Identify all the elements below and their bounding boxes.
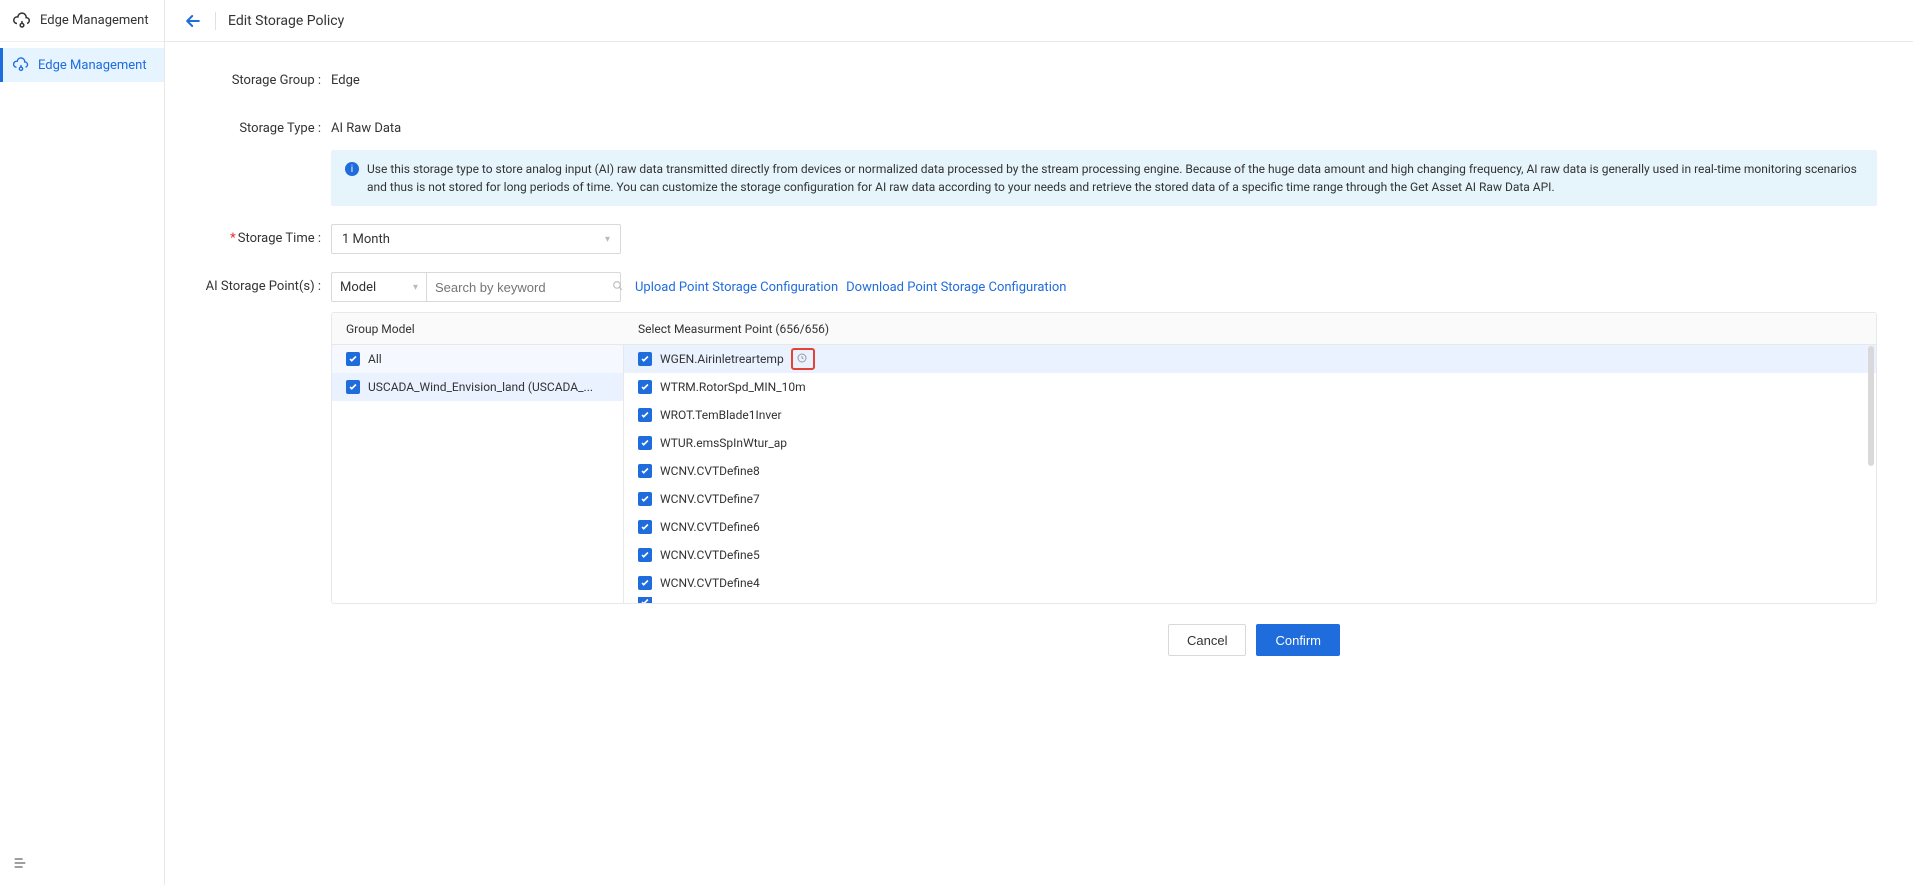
search-icon — [611, 279, 624, 296]
scrollbar-thumb[interactable] — [1868, 346, 1874, 466]
checkbox[interactable] — [346, 380, 360, 394]
upload-config-link[interactable]: Upload Point Storage Configuration — [635, 280, 838, 295]
label-storage-type: Storage Type : — [201, 114, 331, 144]
checkbox[interactable] — [638, 464, 652, 478]
measure-label: WTRM.RotorSpd_MIN_10m — [660, 380, 806, 394]
group-row-uscada[interactable]: USCADA_Wind_Envision_land (USCADA_... — [332, 373, 623, 401]
sidebar-menu: Edge Management — [0, 42, 164, 845]
search-input-wrap[interactable] — [427, 272, 621, 302]
measure-row[interactable]: WCNV.CVTDefine4 — [624, 569, 1876, 597]
group-label: USCADA_Wind_Envision_land (USCADA_... — [368, 380, 593, 394]
points-table: Group Model Select Measurment Point (656… — [331, 312, 1877, 604]
main: Edit Storage Policy Storage Group : Edge… — [165, 0, 1913, 885]
info-text: Use this storage type to store analog in… — [367, 160, 1863, 196]
label-storage-group: Storage Group : — [201, 66, 331, 96]
model-select-value: Model — [340, 280, 376, 295]
group-list: All USCADA_Wind_Envision_land (USCADA_..… — [332, 345, 624, 603]
group-header: Group Model — [332, 322, 624, 336]
topbar-divider — [215, 12, 216, 30]
checkbox[interactable] — [638, 436, 652, 450]
value-storage-type: AI Raw Data — [331, 114, 1877, 144]
cancel-button[interactable]: Cancel — [1168, 624, 1246, 656]
group-row-all[interactable]: All — [332, 345, 623, 373]
points-toolbar: Model ▾ Upload Point Storage Configurati… — [331, 272, 1877, 302]
checkbox[interactable] — [638, 576, 652, 590]
search-input[interactable] — [435, 280, 611, 295]
label-storage-time: *Storage Time : — [201, 224, 331, 254]
measure-label: WTUR.emsSpInWtur_ap — [660, 436, 787, 450]
checkbox[interactable] — [638, 548, 652, 562]
measure-row[interactable]: WTUR.emsSpInWtur_ap — [624, 429, 1876, 457]
measure-row[interactable]: WCNV.CVTDefine5 — [624, 541, 1876, 569]
checkbox[interactable] — [638, 597, 652, 603]
row-storage-time: *Storage Time : 1 Month ▾ — [201, 224, 1877, 254]
sidebar-title: Edge Management — [40, 13, 149, 28]
checkbox[interactable] — [638, 352, 652, 366]
model-select[interactable]: Model ▾ — [331, 272, 427, 302]
measure-row[interactable]: WCNV.CVTDefine6 — [624, 513, 1876, 541]
app-logo-icon — [12, 11, 32, 31]
checkbox[interactable] — [638, 492, 652, 506]
sidebar: Edge Management Edge Management — [0, 0, 165, 885]
measure-list[interactable]: WGEN.Airinletreartemp WTRM — [624, 345, 1876, 603]
content: Storage Group : Edge Storage Type : AI R… — [165, 42, 1913, 682]
measure-row[interactable]: WGEN.Airinletreartemp — [624, 345, 1876, 373]
measure-label: WCNV.CVTDefine8 — [660, 464, 760, 478]
checkbox[interactable] — [638, 520, 652, 534]
chevron-down-icon: ▾ — [605, 234, 610, 245]
measure-label: WCNV.CVTDefine5 — [660, 548, 760, 562]
storage-time-select[interactable]: 1 Month ▾ — [331, 224, 621, 254]
measure-label: WROT.TemBlade1Inver — [660, 408, 782, 422]
info-icon: i — [345, 162, 359, 176]
edge-management-icon — [12, 56, 30, 74]
group-label: All — [368, 352, 382, 366]
row-storage-group: Storage Group : Edge — [201, 66, 1877, 96]
measure-row-partial[interactable] — [624, 597, 1876, 603]
measure-label: WCNV.CVTDefine6 — [660, 520, 760, 534]
clock-icon — [796, 352, 810, 366]
chevron-down-icon: ▾ — [413, 282, 418, 293]
collapse-icon[interactable] — [12, 860, 28, 875]
sidebar-item-edge-management[interactable]: Edge Management — [0, 48, 164, 82]
measure-row[interactable]: WTRM.RotorSpd_MIN_10m — [624, 373, 1876, 401]
back-arrow-icon[interactable] — [183, 11, 203, 31]
points-body: All USCADA_Wind_Envision_land (USCADA_..… — [332, 345, 1876, 603]
download-config-link[interactable]: Download Point Storage Configuration — [846, 280, 1066, 295]
measure-label: WCNV.CVTDefine7 — [660, 492, 760, 506]
storage-time-value: 1 Month — [342, 232, 390, 247]
sidebar-header: Edge Management — [0, 0, 164, 42]
footer-actions: Cancel Confirm — [331, 624, 1877, 656]
measure-header: Select Measurment Point (656/656) — [624, 322, 1876, 336]
clock-highlight[interactable] — [791, 348, 815, 370]
measure-label: WCNV.CVTDefine4 — [660, 576, 760, 590]
topbar: Edit Storage Policy — [165, 0, 1913, 42]
row-ai-storage-points: AI Storage Point(s) : Model ▾ — [201, 272, 1877, 656]
measure-label: WGEN.Airinletreartemp — [660, 352, 784, 366]
checkbox[interactable] — [638, 380, 652, 394]
checkbox[interactable] — [346, 352, 360, 366]
info-banner: i Use this storage type to store analog … — [331, 150, 1877, 206]
value-storage-group: Edge — [331, 66, 1877, 96]
measure-row[interactable]: WCNV.CVTDefine8 — [624, 457, 1876, 485]
measure-row[interactable]: WROT.TemBlade1Inver — [624, 401, 1876, 429]
confirm-button[interactable]: Confirm — [1256, 624, 1340, 656]
points-header: Group Model Select Measurment Point (656… — [332, 313, 1876, 345]
page-title: Edit Storage Policy — [228, 13, 344, 29]
sidebar-item-label: Edge Management — [38, 58, 147, 73]
measure-row[interactable]: WCNV.CVTDefine7 — [624, 485, 1876, 513]
sidebar-footer — [0, 845, 164, 885]
checkbox[interactable] — [638, 408, 652, 422]
label-ai-storage-points: AI Storage Point(s) : — [201, 272, 331, 302]
row-storage-type: Storage Type : AI Raw Data i Use this st… — [201, 114, 1877, 206]
